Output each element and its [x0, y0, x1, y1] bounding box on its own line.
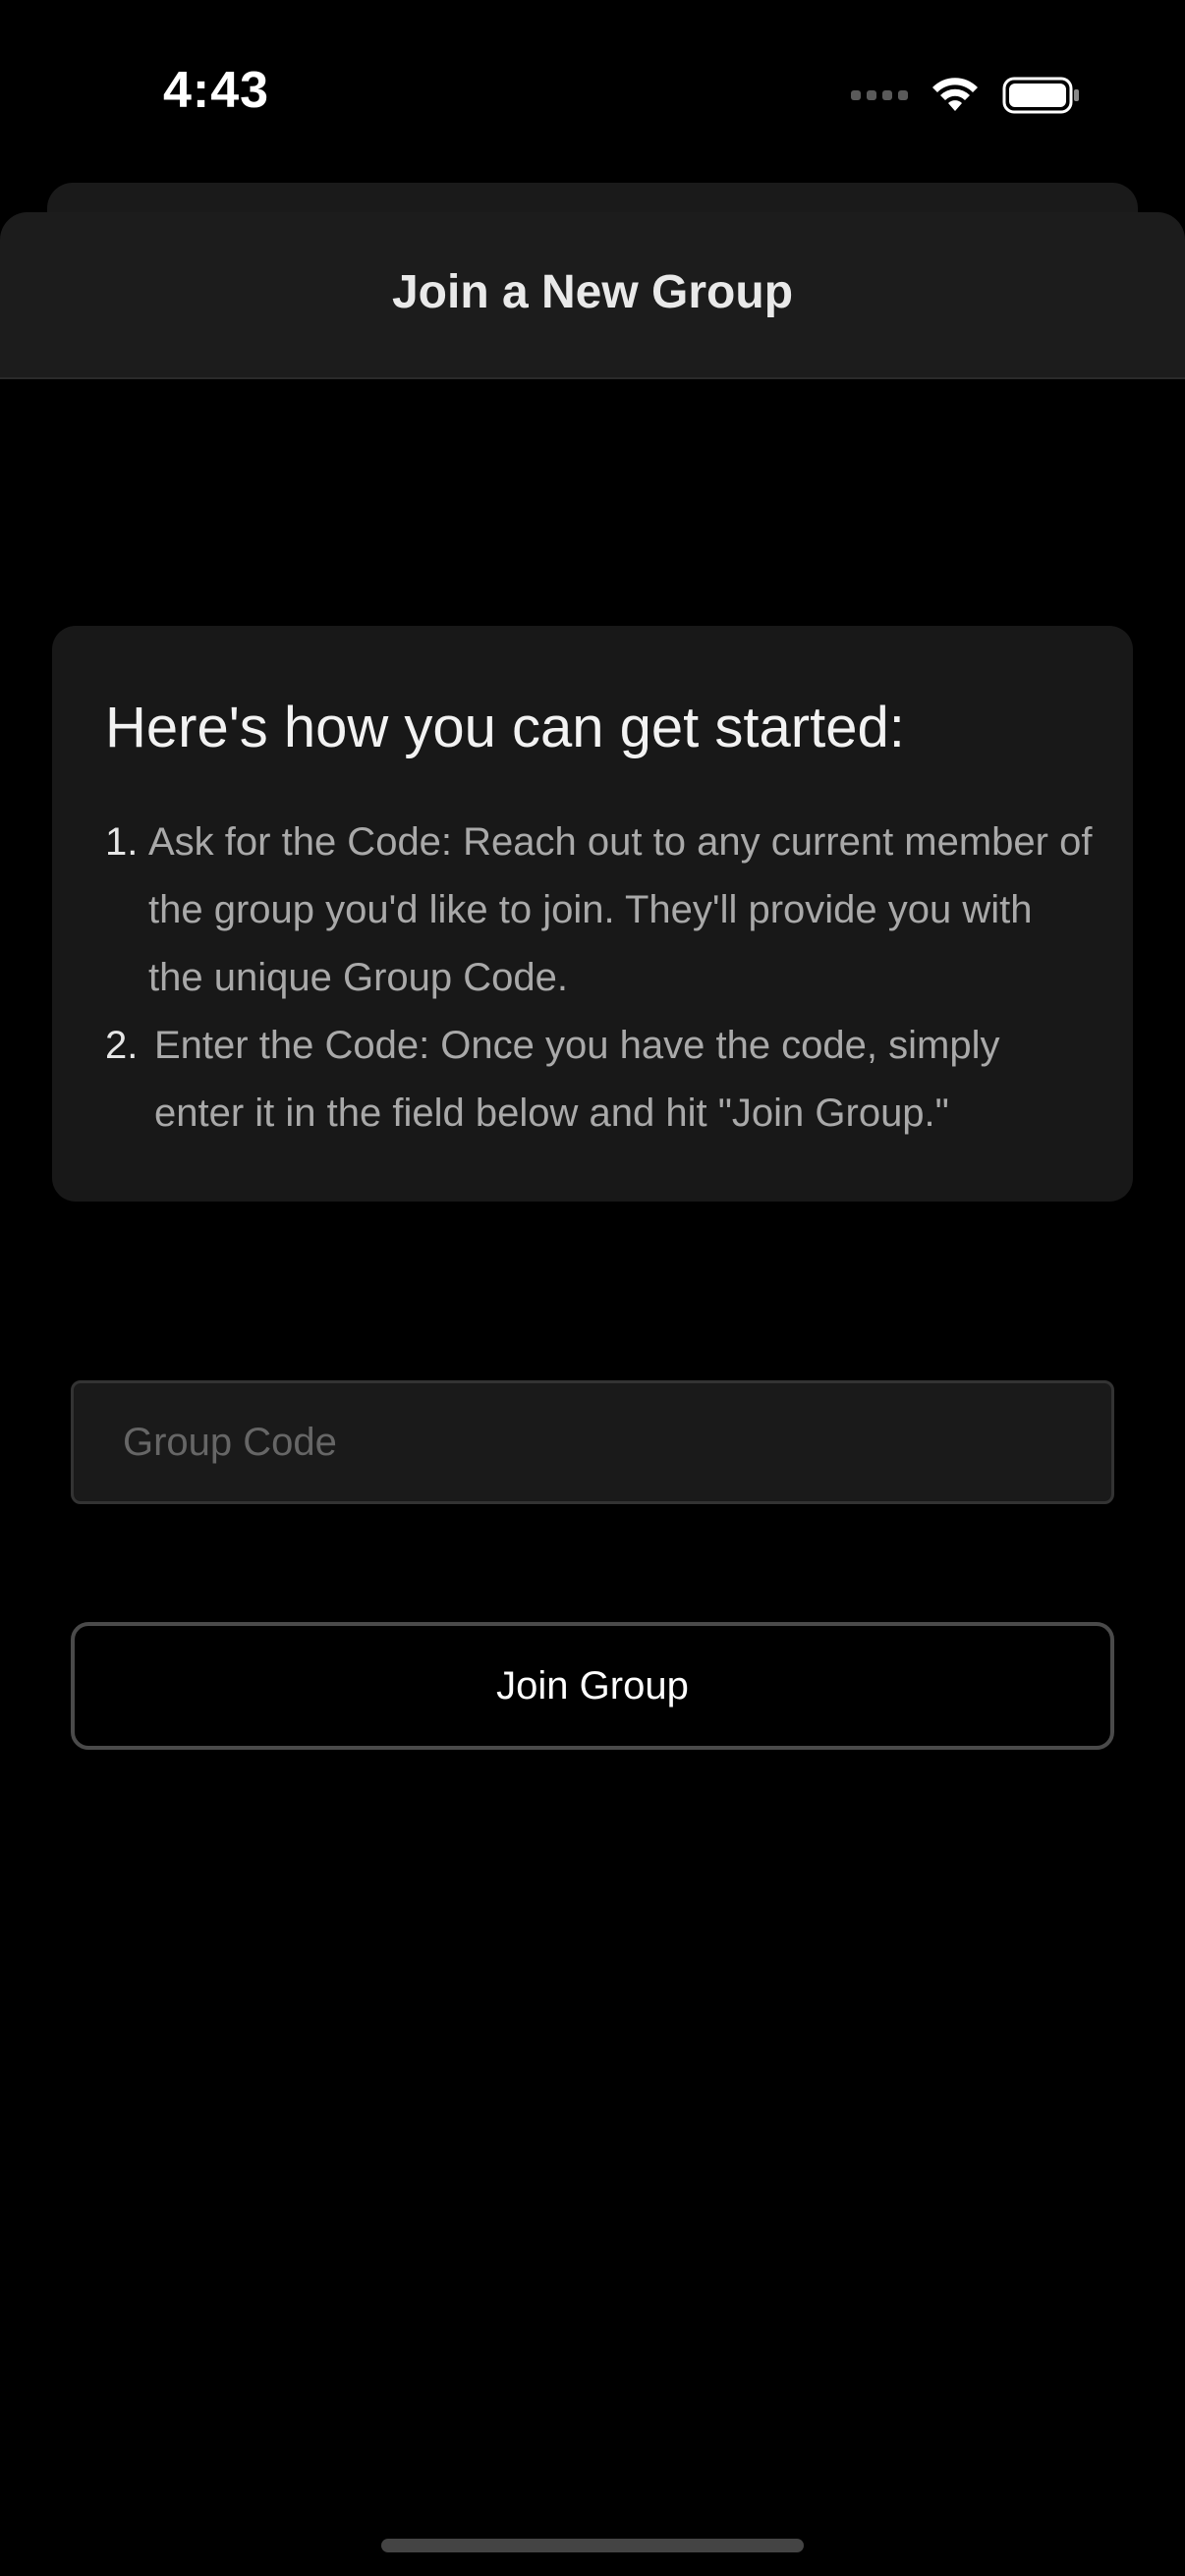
wifi-icon — [932, 78, 978, 111]
list-item: 2. Enter the Code: Once you have the cod… — [105, 1012, 1098, 1148]
instructions-list: 1. Ask for the Code: Reach out to any cu… — [105, 809, 1098, 1148]
signal-dots-icon — [851, 90, 908, 100]
group-code-input[interactable] — [71, 1380, 1114, 1504]
step-text: Ask for the Code: Reach out to any curre… — [148, 820, 1093, 999]
battery-icon — [1002, 77, 1079, 114]
page-title: Join a New Group — [391, 266, 794, 318]
list-item: 1. Ask for the Code: Reach out to any cu… — [105, 809, 1098, 1012]
status-bar: 4:43 — [0, 0, 1185, 187]
status-icons — [851, 73, 1081, 118]
sheet-header: Join a New Group — [0, 212, 1185, 379]
home-indicator[interactable] — [381, 2539, 804, 2552]
step-text: Enter the Code: Once you have the code, … — [154, 1024, 1000, 1135]
instructions-card: Here's how you can get started: 1. Ask f… — [52, 626, 1133, 1202]
instructions-heading: Here's how you can get started: — [105, 696, 905, 759]
step-number: 2. — [105, 1024, 139, 1067]
status-time: 4:43 — [163, 62, 270, 119]
join-group-button[interactable]: Join Group — [71, 1622, 1114, 1750]
step-number: 1. — [105, 820, 139, 864]
